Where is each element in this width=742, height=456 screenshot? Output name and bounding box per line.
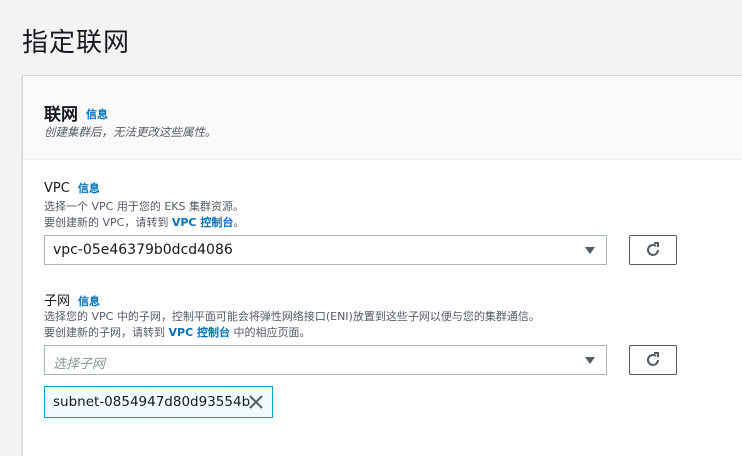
vpc-label: VPC 信息 (44, 180, 100, 196)
subnets-select[interactable]: 选择子网 (44, 345, 607, 375)
vpc-description: 选择一个 VPC 用于您的 EKS 集群资源。 要创建新的 VPC，请转到 VP… (44, 199, 244, 231)
vpc-desc-prefix: 要创建新的 VPC，请转到 (44, 216, 172, 229)
close-icon[interactable] (248, 394, 264, 414)
refresh-icon (647, 242, 659, 256)
subnets-refresh-button[interactable] (629, 345, 677, 375)
panel-description: 创建集群后，无法更改这些属性。 (44, 125, 217, 139)
subnets-description: 选择您的 VPC 中的子网，控制平面可能会将弹性网络接口(ENI)放置到这些子网… (44, 309, 540, 341)
subnets-vpc-console-link[interactable]: VPC 控制台 (169, 326, 230, 339)
panel-info-link[interactable]: 信息 (86, 108, 108, 121)
vpc-console-link[interactable]: VPC 控制台 (172, 216, 233, 229)
vpc-desc-line2: 要创建新的 VPC，请转到 VPC 控制台。 (44, 215, 244, 231)
subnets-desc-line1: 选择您的 VPC 中的子网，控制平面可能会将弹性网络接口(ENI)放置到这些子网… (44, 310, 540, 323)
subnets-desc-suffix: 中的相应页面。 (229, 326, 311, 339)
vpc-select[interactable]: vpc-05e46379b0dcd4086 (44, 235, 607, 265)
vpc-info-link[interactable]: 信息 (78, 182, 100, 195)
panel-title-text: 联网 (44, 105, 78, 125)
vpc-desc-line1: 选择一个 VPC 用于您的 EKS 集群资源。 (44, 200, 244, 213)
subnets-info-link[interactable]: 信息 (78, 295, 100, 308)
vpc-select-value: vpc-05e46379b0dcd4086 (53, 242, 233, 258)
subnets-desc-line2: 要创建新的子网，请转到 VPC 控制台 中的相应页面。 (44, 325, 540, 341)
networking-panel: 联网 信息 创建集群后，无法更改这些属性。 VPC 信息 选择一个 VPC 用于您的… (22, 75, 742, 456)
panel-title: 联网 信息 (44, 100, 108, 125)
vpc-refresh-button[interactable] (629, 235, 677, 265)
subnets-select-placeholder: 选择子网 (53, 357, 106, 372)
vpc-desc-suffix: 。 (233, 216, 245, 229)
caret-down-icon (585, 247, 595, 254)
panel-header: 联网 信息 创建集群后，无法更改这些属性。 (23, 76, 742, 160)
caret-down-icon (585, 357, 595, 364)
vpc-label-text: VPC (44, 181, 70, 196)
subnets-desc-prefix: 要创建新的子网，请转到 (44, 326, 169, 339)
subnet-token: subnet-0854947d80d93554b (44, 386, 273, 418)
subnets-label-text: 子网 (44, 294, 71, 309)
subnets-label: 子网 信息 (44, 290, 100, 309)
subnet-token-label: subnet-0854947d80d93554b (53, 394, 251, 410)
page-title: 指定联网 (22, 28, 131, 58)
refresh-icon (647, 352, 659, 366)
